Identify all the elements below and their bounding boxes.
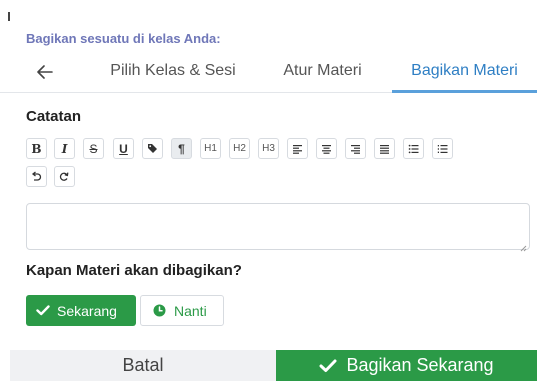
tag-icon xyxy=(147,143,158,154)
underline-icon: U xyxy=(119,141,128,156)
italic-icon: I xyxy=(61,141,68,156)
heading-1-icon: H1 xyxy=(204,143,217,154)
bold-button[interactable]: B xyxy=(26,138,47,159)
align-left-icon xyxy=(292,144,303,154)
dialog-title: Bagikan sesuatu di kelas Anda: xyxy=(26,31,221,46)
strikethrough-icon: S xyxy=(89,141,98,156)
paragraph-icon: ¶ xyxy=(178,141,185,156)
bullet-list-button[interactable] xyxy=(403,138,424,159)
align-right-button[interactable] xyxy=(345,138,366,159)
check-icon xyxy=(36,305,50,316)
numbered-list-icon xyxy=(437,144,448,154)
bold-icon: B xyxy=(31,141,42,156)
back-button[interactable] xyxy=(30,59,60,85)
redo-button[interactable] xyxy=(54,166,75,187)
share-later-option[interactable]: Nanti xyxy=(140,295,224,326)
share-material-dialog: Bagikan sesuatu di kelas Anda: Pilih Kel… xyxy=(0,0,537,381)
tab-pilih-kelas-sesi[interactable]: Pilih Kelas & Sesi xyxy=(98,54,248,90)
undo-icon xyxy=(31,171,42,182)
cancel-button-label: Batal xyxy=(122,355,164,375)
align-center-button[interactable] xyxy=(316,138,337,159)
share-now-option[interactable]: Sekarang xyxy=(26,295,136,326)
align-justify-icon xyxy=(379,144,390,154)
numbered-list-button[interactable] xyxy=(432,138,453,159)
dialog-footer: Batal Bagikan Sekarang xyxy=(0,350,537,381)
align-center-icon xyxy=(321,144,332,154)
active-tab-indicator xyxy=(392,90,537,93)
tab-bagikan-materi[interactable]: Bagikan Materi xyxy=(392,54,537,93)
wizard-tabs: Pilih Kelas & Sesi Atur Materi Bagikan M… xyxy=(0,54,537,93)
underline-button[interactable]: U xyxy=(113,138,134,159)
italic-button[interactable]: I xyxy=(54,138,75,159)
undo-button[interactable] xyxy=(26,166,47,187)
corner-mark xyxy=(8,12,10,21)
notes-label: Catatan xyxy=(26,108,82,125)
heading-3-icon: H3 xyxy=(262,143,275,154)
bullet-list-icon xyxy=(408,144,419,154)
strikethrough-button[interactable]: S xyxy=(83,138,104,159)
heading-1-button[interactable]: H1 xyxy=(200,138,221,159)
share-now-button-label: Bagikan Sekarang xyxy=(346,355,494,375)
tab-atur-materi[interactable]: Atur Materi xyxy=(265,54,380,90)
align-justify-button[interactable] xyxy=(374,138,395,159)
schedule-question: Kapan Materi akan dibagikan? xyxy=(26,262,242,279)
share-now-button[interactable]: Bagikan Sekarang xyxy=(276,350,537,381)
align-left-button[interactable] xyxy=(287,138,308,159)
share-later-label: Nanti xyxy=(174,302,207,319)
clock-icon xyxy=(153,304,166,317)
cancel-button[interactable]: Batal xyxy=(10,350,276,381)
arrow-left-icon xyxy=(37,65,53,79)
heading-2-button[interactable]: H2 xyxy=(229,138,250,159)
notes-textarea[interactable] xyxy=(26,203,530,252)
paragraph-button[interactable]: ¶ xyxy=(171,138,192,159)
tag-button[interactable] xyxy=(142,138,163,159)
align-right-icon xyxy=(350,144,361,154)
heading-3-button[interactable]: H3 xyxy=(258,138,279,159)
tab-bagikan-materi-label: Bagikan Materi xyxy=(411,62,518,79)
check-icon xyxy=(319,359,337,373)
resize-grip-icon[interactable] xyxy=(519,239,527,252)
redo-icon xyxy=(59,171,70,182)
share-now-label: Sekarang xyxy=(57,302,117,319)
heading-2-icon: H2 xyxy=(233,143,246,154)
